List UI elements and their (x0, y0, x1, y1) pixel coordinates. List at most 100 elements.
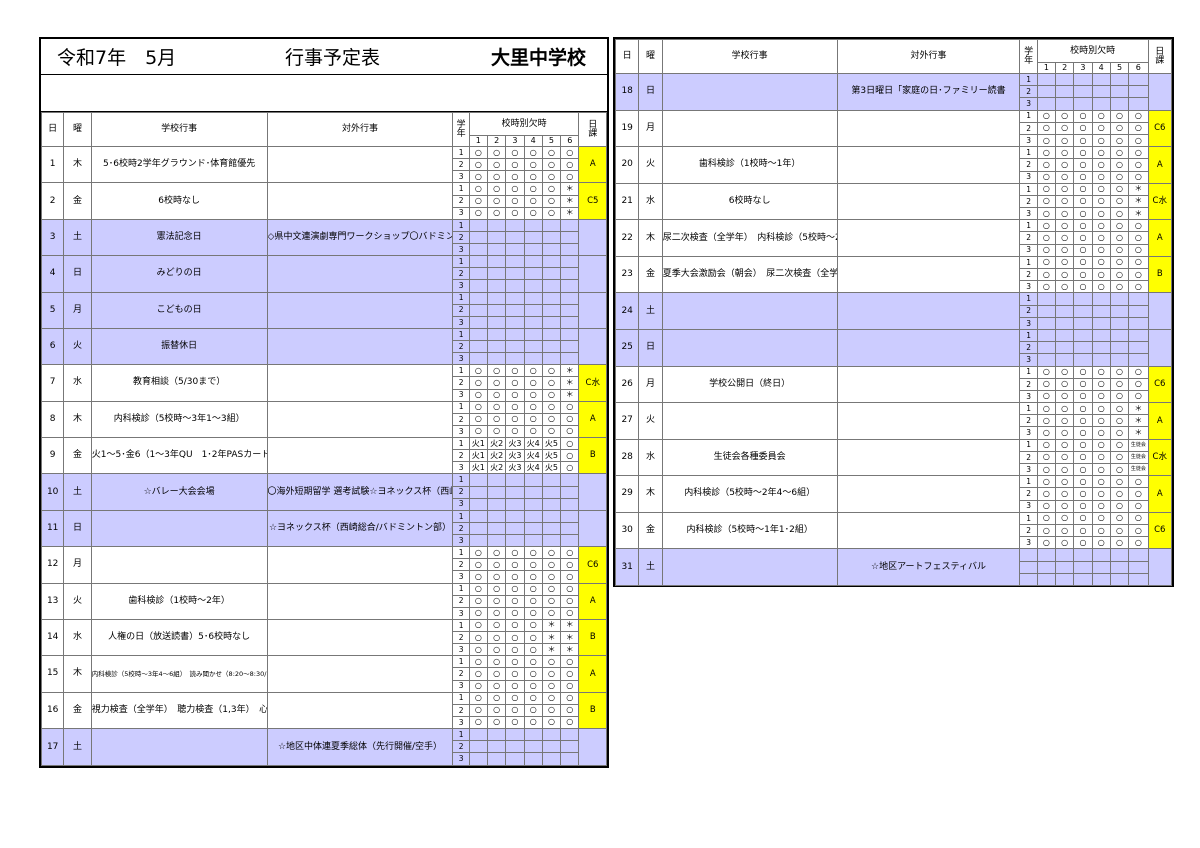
period-cell: ○ (1055, 475, 1075, 489)
col-period-6: 6 (560, 135, 580, 147)
period-cell: ＊ (560, 643, 580, 657)
day-of-week: 日 (63, 255, 92, 293)
external-event (266, 400, 454, 439)
period-cell (505, 218, 525, 232)
period-cell (541, 533, 562, 548)
school-event: 6校時なし (90, 182, 268, 220)
period-cell: ○ (1109, 280, 1130, 294)
period-cell (1073, 548, 1093, 562)
period-cell: ○ (486, 643, 507, 657)
period-cell (468, 303, 488, 317)
day-of-week: 木 (638, 219, 663, 257)
grade-number: 1 (452, 218, 470, 232)
period-cell (541, 727, 562, 742)
grade-number: 3 (1019, 243, 1038, 257)
period-cell: ○ (1055, 536, 1075, 550)
period-cell: ○ (1109, 170, 1130, 184)
period-cell: ○ (523, 655, 543, 669)
period-cell (468, 521, 488, 536)
period-cell: ○ (1036, 109, 1057, 123)
grade-number: 2 (1019, 231, 1038, 245)
period-cell (1091, 572, 1111, 586)
period-cell (560, 473, 580, 487)
period-cell: ○ (1109, 158, 1130, 172)
period-cell: ○ (1055, 487, 1075, 501)
period-cell (486, 521, 507, 536)
period-cell (1109, 548, 1130, 562)
period-cell (468, 509, 488, 523)
period-cell: ○ (468, 424, 488, 439)
period-cell (505, 352, 525, 366)
period-cell (523, 303, 543, 317)
period-cell: ○ (1109, 426, 1130, 440)
period-cell (523, 533, 543, 548)
day-number: 31 (614, 548, 640, 586)
col-period-1: 1 (468, 135, 488, 147)
day-of-week: 土 (63, 473, 92, 511)
day-row: 28 水生徒会各種委員会 1 ○ ○ ○ ○ ○ 生徒会 C水 (614, 438, 1173, 477)
period-cell (1055, 316, 1075, 330)
period-cell: ○ (1036, 182, 1057, 196)
day-row: 29 木内科検診（5校時～2年4～6組） 1 ○ ○ ○ ○ ○ ○ A (614, 475, 1173, 513)
day-number: 17 (40, 728, 65, 766)
period-cell: ＊ (560, 388, 580, 402)
period-cell: ○ (505, 364, 525, 378)
period-cell (523, 279, 543, 293)
grade-number: 3 (1019, 389, 1038, 404)
day-number: 11 (40, 509, 65, 548)
daily-routine (1147, 292, 1173, 330)
daily-routine: A (578, 582, 607, 620)
period-cell: ○ (1055, 402, 1075, 416)
period-cell (523, 267, 543, 281)
period-cell: ○ (1109, 389, 1130, 404)
day-of-week: 日 (63, 509, 92, 548)
daily-routine: C6 (1147, 109, 1173, 148)
grade-number: 3 (452, 279, 470, 293)
period-cell: ○ (1091, 365, 1111, 379)
day-row: 30 金内科検診（5校時～1年1･2組） 1 ○ ○ ○ ○ ○ ○ C6 (614, 511, 1173, 550)
period-cell: ○ (1128, 121, 1149, 135)
period-cell: ○ (1128, 146, 1149, 160)
period-cell: 火3 (505, 436, 525, 451)
col-grade: 学年 (1019, 39, 1038, 74)
period-cell (523, 485, 543, 499)
period-cell: ○ (1055, 414, 1075, 428)
period-cell: ○ (1091, 255, 1111, 270)
school-event: 振替休日 (90, 327, 268, 366)
period-cell (1128, 316, 1149, 330)
header-row: 日曜学校行事 対外行事学年校時別欠時日課 (614, 39, 1173, 74)
period-cell (1036, 72, 1057, 87)
grade-number: 3 (452, 424, 470, 439)
period-cell (505, 255, 525, 269)
period-cell: ○ (1109, 475, 1130, 489)
grade-number: 2 (452, 594, 470, 608)
period-cell: ○ (1109, 109, 1130, 123)
day-number: 30 (614, 511, 640, 550)
grade-number: 2 (452, 158, 470, 172)
grade-number: 2 (1019, 523, 1038, 538)
daily-routine: C6 (578, 546, 607, 584)
period-cell (1036, 316, 1057, 330)
period-cell: ○ (1055, 280, 1075, 294)
grade-number: 2 (1019, 121, 1038, 135)
grade-number: 3 (1019, 536, 1038, 550)
period-cell: ○ (1055, 207, 1075, 221)
school-event: 火1～5･金6（1～3年QU 1･2年PASカード） (90, 436, 268, 475)
period-cell (486, 497, 507, 511)
period-cell: ○ (486, 412, 507, 426)
period-cell: ○ (1109, 511, 1130, 525)
period-cell: ○ (1073, 450, 1093, 465)
col-daily-bottom: 課 (588, 128, 598, 139)
period-cell: ○ (1109, 499, 1130, 513)
day-row: 23金夏季大会激励会（朝会） 尿二次検査（全学年） 英検（放課後）1○○○○○○… (614, 255, 1173, 294)
period-cell: ○ (486, 715, 507, 730)
period-cell: ○ (1109, 207, 1130, 221)
day-row: 3土憲法記念日◇県中文連演劇専門ワークショップ〇バドミントン地区シード権大会1 (40, 218, 607, 257)
period-cell: ＊ (560, 194, 580, 208)
period-cell (1091, 85, 1111, 99)
period-cell: ＊ (541, 630, 562, 645)
period-cell: ○ (1091, 536, 1111, 550)
period-cell: ○ (486, 424, 507, 439)
daily-routine: B (578, 691, 607, 730)
period-cell: ○ (1073, 438, 1093, 452)
